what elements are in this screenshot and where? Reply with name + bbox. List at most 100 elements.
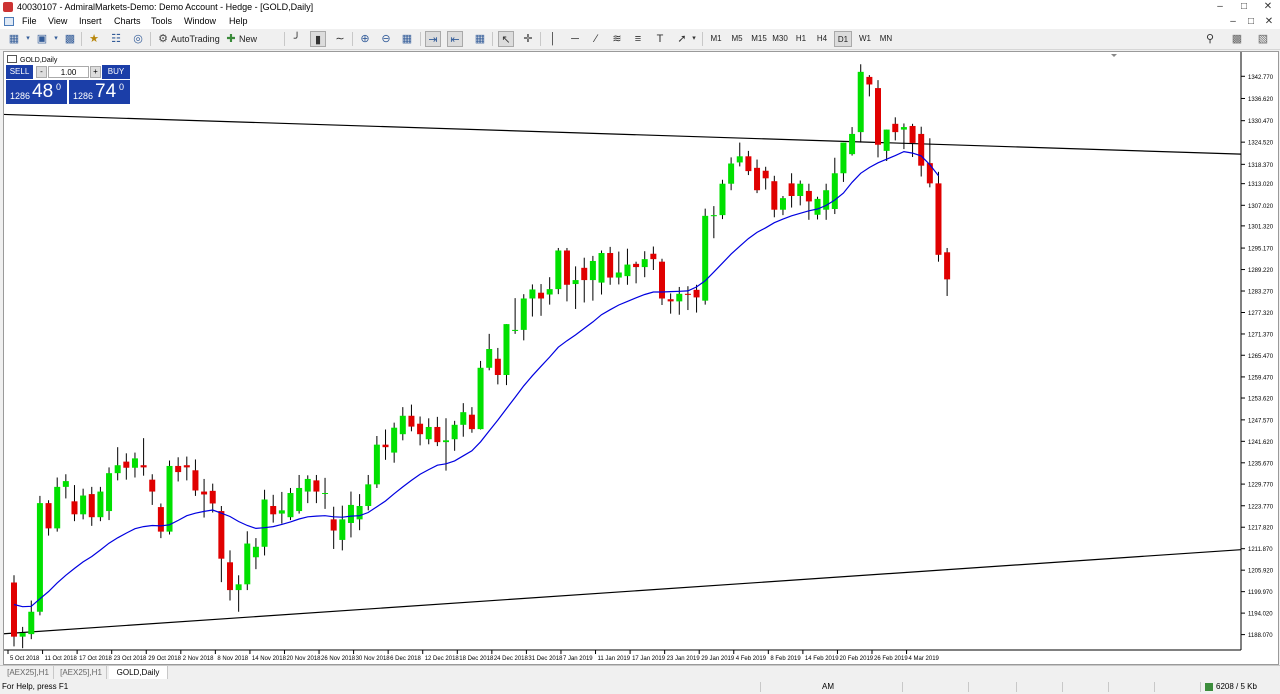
tab-aex25-h1[interactable]: [AEX25],H1 <box>3 666 54 679</box>
autotrading-icon[interactable]: ⚙ <box>155 31 171 47</box>
candle-body <box>192 470 199 491</box>
close-button[interactable]: ✕ <box>1258 0 1278 14</box>
equidistant-channel-icon[interactable]: ≋ <box>609 31 625 47</box>
horizontal-line-icon[interactable]: ─ <box>567 31 583 47</box>
menu-insert[interactable]: Insert <box>79 14 102 29</box>
vertical-line-icon[interactable]: │ <box>545 31 561 47</box>
mdi-restore-button[interactable]: □ <box>1242 14 1260 29</box>
new-chart-dropdown-icon[interactable]: ▾ <box>24 31 32 47</box>
buy-price[interactable]: 1286 74 0 <box>69 80 130 104</box>
tile-windows-icon[interactable]: ▦ <box>399 31 415 47</box>
menu-view[interactable]: View <box>48 14 67 29</box>
price-tick-label: 1313.020 <box>1248 182 1274 188</box>
profiles-dropdown-icon[interactable]: ▾ <box>52 31 60 47</box>
chart-document-icon[interactable] <box>4 17 14 26</box>
price-tick-label: 1211.870 <box>1248 547 1273 553</box>
timeframe-mn[interactable]: MN <box>877 31 895 47</box>
tab-aex25-h1-2[interactable]: [AEX25],H1 <box>56 666 107 679</box>
tab-gold-daily[interactable]: GOLD,Daily <box>109 666 168 679</box>
candle-body <box>607 253 614 278</box>
candle-body <box>227 562 233 591</box>
menu-help[interactable]: Help <box>229 14 248 29</box>
candle-body <box>909 125 916 143</box>
bar-chart-icon[interactable]: ╯ <box>289 31 305 47</box>
account-icon[interactable]: ▧ <box>1252 31 1274 47</box>
terminal-icon[interactable]: ◎ <box>130 31 146 47</box>
time-tick-label: 26 Nov 2018 <box>321 656 356 662</box>
line-chart-icon[interactable]: ∼ <box>332 31 348 47</box>
zoom-in-icon[interactable]: ⊕ <box>357 31 373 47</box>
timeframe-w1[interactable]: W1 <box>856 31 874 47</box>
candle-body <box>529 289 536 299</box>
volume-decrement-button[interactable]: - <box>36 66 47 78</box>
volume-input[interactable] <box>48 66 89 78</box>
arrows-icon[interactable]: ➚ <box>674 31 690 47</box>
candle-body <box>659 261 665 299</box>
gold-daily-chart[interactable]: 1342.770 1336.620 1330.470 1324.520 1318.370… <box>4 52 1278 664</box>
candle-body <box>650 253 657 260</box>
new-order-button[interactable]: New Order <box>239 31 281 60</box>
price-tick-label: 1277.320 <box>1248 311 1274 317</box>
market-watch-icon[interactable]: ▩ <box>62 31 78 47</box>
time-tick-label: 20 Feb 2019 <box>839 656 873 662</box>
navigator-icon[interactable]: ★ <box>86 31 102 47</box>
mdi-close-button[interactable]: ✕ <box>1260 14 1278 29</box>
timeframe-m30[interactable]: M30 <box>770 31 790 47</box>
candle-body <box>106 473 113 512</box>
candlestick-icon[interactable]: ▮ <box>310 31 326 47</box>
timeframe-h1[interactable]: H1 <box>792 31 810 47</box>
shapes-dropdown-icon[interactable]: ▾ <box>690 31 698 47</box>
candle-body <box>270 506 277 515</box>
new-chart-icon[interactable]: ▦ <box>6 31 22 47</box>
candle-body <box>399 415 406 435</box>
minimize-button[interactable]: – <box>1210 0 1230 14</box>
text-label-icon[interactable]: T <box>652 31 668 47</box>
crosshair-icon[interactable]: ✛ <box>520 31 536 47</box>
buy-price-fraction: 0 <box>119 82 125 92</box>
menu-window[interactable]: Window <box>184 14 216 29</box>
timeframe-d1[interactable]: D1 <box>834 31 852 47</box>
price-tick-label: 1259.470 <box>1248 375 1274 381</box>
time-tick-label: 4 Mar 2019 <box>909 656 940 662</box>
indicators-icon[interactable]: ▦ <box>472 31 488 47</box>
title-bar: 40030107 - AdmiralMarkets-Demo: Demo Acc… <box>0 0 1280 14</box>
price-tick-label: 1188.070 <box>1248 633 1273 639</box>
mdi-minimize-button[interactable]: – <box>1224 14 1242 29</box>
autoscroll-icon[interactable]: ⇥ <box>425 31 441 47</box>
candle-body <box>468 414 475 430</box>
timeframe-h4[interactable]: H4 <box>813 31 831 47</box>
volume-increment-button[interactable]: + <box>90 66 101 78</box>
menu-file[interactable]: File <box>22 14 37 29</box>
candle-body <box>460 412 467 425</box>
maximize-button[interactable]: □ <box>1234 0 1254 14</box>
fibonacci-icon[interactable]: ≡ <box>630 31 646 47</box>
time-tick-label: 5 Oct 2018 <box>10 656 40 662</box>
profiles-icon[interactable]: ▣ <box>34 31 50 47</box>
chat-icon[interactable]: ▩ <box>1226 31 1248 47</box>
menu-charts[interactable]: Charts <box>114 14 141 29</box>
timeframe-m1[interactable]: M1 <box>707 31 725 47</box>
new-order-icon[interactable]: ✚ <box>223 31 239 47</box>
timeframe-m15[interactable]: M15 <box>749 31 769 47</box>
timeframe-m5[interactable]: M5 <box>728 31 746 47</box>
sell-button[interactable]: SELL <box>6 65 33 79</box>
candle-body <box>719 183 726 216</box>
candle-body <box>391 427 398 453</box>
toolbar-separator <box>540 32 541 46</box>
cursor-icon[interactable]: ↖ <box>498 31 514 47</box>
search-icon[interactable]: ⚲ <box>1202 31 1218 47</box>
candle-body <box>71 501 78 515</box>
candle-body <box>944 252 951 280</box>
trendline-icon[interactable]: ∕ <box>588 31 604 47</box>
price-tick-label: 1342.770 <box>1248 75 1274 81</box>
zoom-out-icon[interactable]: ⊖ <box>378 31 394 47</box>
sell-price[interactable]: 1286 48 0 <box>6 80 67 104</box>
buy-button[interactable]: BUY <box>102 65 130 79</box>
menu-tools[interactable]: Tools <box>151 14 172 29</box>
autotrading-button[interactable]: AutoTrading <box>171 31 220 47</box>
candle-body <box>589 260 596 281</box>
chart-area[interactable]: 1342.770 1336.620 1330.470 1324.520 1318.370… <box>3 51 1279 665</box>
chart-shift-icon[interactable]: ⇤ <box>447 31 463 47</box>
data-window-icon[interactable]: ☷ <box>108 31 124 47</box>
candle-body <box>779 198 786 210</box>
